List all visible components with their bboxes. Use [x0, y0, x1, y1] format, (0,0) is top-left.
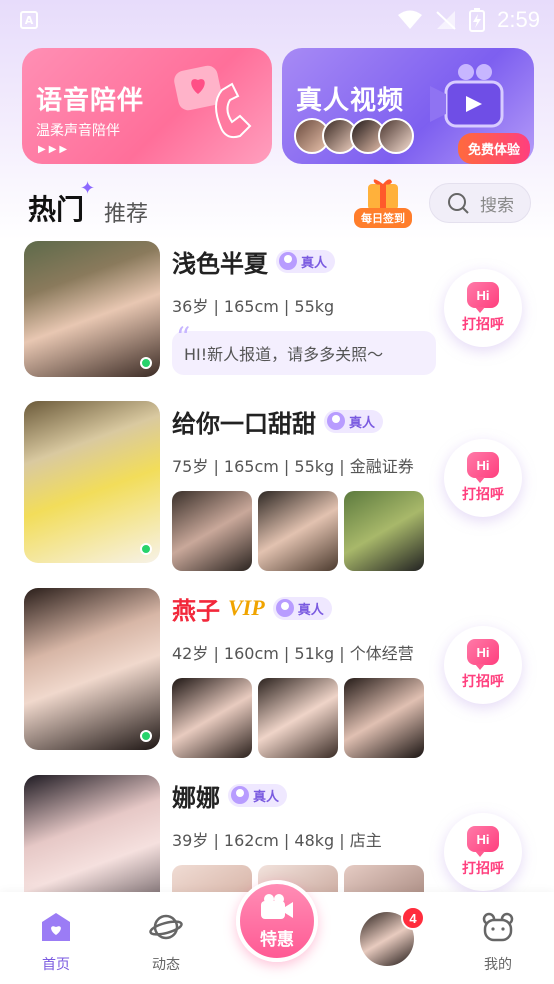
sparkle-icon: ✦	[80, 178, 96, 199]
nav-moments[interactable]: 动态	[126, 910, 206, 974]
verified-label: 真人	[253, 789, 280, 805]
profile-name: 浅色半夏	[172, 249, 268, 278]
bear-face-icon	[482, 912, 514, 942]
signal-off-icon	[436, 11, 456, 30]
hi-bubble-icon: Hi	[467, 826, 499, 857]
photo-thumbnails	[172, 678, 442, 758]
daily-checkin-button[interactable]: 每日签到	[354, 176, 412, 228]
verified-badge: 真人	[272, 596, 332, 620]
photo-thumbnail[interactable]	[258, 491, 338, 571]
bottom-navigation: 首页 动态 特惠 4 我的	[0, 880, 554, 984]
phone-heart-icon	[174, 65, 252, 139]
online-indicator	[140, 357, 152, 369]
tab-recommend[interactable]: 推荐	[104, 196, 148, 228]
free-trial-badge[interactable]: 免费体验	[457, 133, 530, 164]
voice-companion-banner[interactable]: 语音陪伴 温柔声音陪伴 ▶▶▶	[22, 48, 272, 164]
profile-stats: 42岁 | 160cm | 51kg | 个体经营	[172, 644, 414, 663]
nav-home[interactable]: 首页	[16, 910, 96, 974]
nav-special-label: 特惠	[260, 929, 294, 950]
voice-banner-dots: ▶▶▶	[38, 144, 71, 155]
greeting-message: “ HI!新人报道，请多多关照～	[172, 321, 436, 375]
greet-button[interactable]: Hi 打招呼	[444, 813, 522, 891]
greet-label: 打招呼	[462, 674, 504, 690]
greet-button[interactable]: Hi 打招呼	[444, 439, 522, 517]
status-time: 2:59	[497, 7, 540, 32]
greet-label: 打招呼	[462, 317, 504, 333]
profile-card[interactable]: 娜娜 真人 39岁 | 162cm | 48kg | 店主 Hi 打招呼	[24, 775, 534, 892]
photo-thumbnail[interactable]	[344, 678, 424, 758]
nav-mine-label: 我的	[484, 957, 512, 973]
profile-card[interactable]: 浅色半夏 真人 36岁 | 165cm | 55kg “ HI!新人报道，请多多…	[24, 241, 534, 381]
greet-label: 打招呼	[462, 861, 504, 877]
photo-thumbnail[interactable]	[258, 678, 338, 758]
online-indicator	[140, 543, 152, 555]
photo-thumbnails	[172, 491, 442, 571]
video-banner-title: 真人视频	[296, 86, 405, 116]
video-camera-icon	[430, 64, 504, 128]
vip-badge: VIP	[228, 595, 265, 620]
video-camera-icon	[261, 893, 293, 919]
tab-hot[interactable]: 热门	[25, 188, 87, 228]
nav-special-offer[interactable]: 特惠	[236, 880, 318, 962]
verified-label: 真人	[301, 255, 328, 271]
profile-stats: 75岁 | 165cm | 55kg | 金融证券	[172, 457, 414, 476]
photo-thumbnail[interactable]	[172, 678, 252, 758]
photo-thumbnail[interactable]	[172, 491, 252, 571]
user-icon	[327, 412, 345, 430]
profile-feed[interactable]: 浅色半夏 真人 36岁 | 165cm | 55kg “ HI!新人报道，请多多…	[0, 236, 554, 892]
voice-banner-subtitle: 温柔声音陪伴	[36, 123, 120, 139]
verified-label: 真人	[349, 415, 376, 431]
voice-banner-title: 语音陪伴	[36, 86, 145, 116]
greet-label: 打招呼	[462, 487, 504, 503]
profile-photo[interactable]	[24, 588, 160, 750]
profile-name: 燕子	[172, 596, 220, 625]
home-heart-icon	[42, 913, 70, 941]
hi-bubble-icon: Hi	[467, 639, 499, 670]
nav-moments-label: 动态	[152, 957, 180, 973]
message-count-badge: 4	[401, 906, 425, 930]
photo-thumbnail[interactable]	[172, 865, 252, 892]
profile-name: 娜娜	[172, 783, 220, 812]
user-icon	[275, 599, 294, 617]
wifi-icon	[398, 10, 423, 29]
verified-badge: 真人	[324, 409, 384, 433]
status-bar: A 2:59	[0, 0, 554, 40]
profile-photo[interactable]	[24, 241, 160, 377]
user-icon	[231, 786, 249, 804]
greet-button[interactable]: Hi 打招呼	[444, 269, 522, 347]
notification-a-icon: A	[20, 11, 38, 29]
video-avatars	[294, 118, 414, 154]
greeting-text: HI!新人报道，请多多关照～	[184, 345, 384, 364]
search-icon	[448, 193, 469, 214]
planet-icon	[149, 914, 183, 940]
verified-badge: 真人	[276, 249, 336, 273]
battery-charging-icon	[469, 8, 486, 32]
photo-thumbnails	[172, 865, 442, 892]
profile-stats: 39岁 | 162cm | 48kg | 店主	[172, 831, 382, 850]
quote-icon: “	[176, 321, 191, 354]
photo-thumbnail[interactable]	[344, 491, 424, 571]
photo-thumbnail[interactable]	[344, 865, 424, 892]
hi-bubble-icon: Hi	[467, 282, 499, 313]
search-button[interactable]: 搜索	[429, 183, 531, 223]
profile-stats: 36岁 | 165cm | 55kg	[172, 297, 335, 316]
search-label: 搜索	[480, 195, 514, 216]
verified-label: 真人	[297, 602, 324, 618]
profile-photo[interactable]	[24, 401, 160, 563]
profile-photo[interactable]	[24, 775, 160, 892]
nav-home-label: 首页	[42, 957, 70, 973]
checkin-label: 每日签到	[354, 208, 412, 228]
nav-mine[interactable]: 我的	[458, 910, 538, 974]
greet-button[interactable]: Hi 打招呼	[444, 626, 522, 704]
profile-name: 给你一口甜甜	[172, 409, 316, 438]
hi-bubble-icon: Hi	[467, 452, 499, 483]
avatar	[378, 118, 414, 154]
user-icon	[279, 252, 297, 270]
real-video-banner[interactable]: 真人视频 免费体验	[282, 48, 534, 164]
verified-badge: 真人	[228, 783, 288, 807]
profile-card[interactable]: 燕子 VIP 真人 42岁 | 160cm | 51kg | 个体经营 Hi 打…	[24, 588, 534, 758]
profile-card[interactable]: 给你一口甜甜 真人 75岁 | 165cm | 55kg | 金融证券 Hi 打…	[24, 401, 534, 571]
online-indicator	[140, 730, 152, 742]
